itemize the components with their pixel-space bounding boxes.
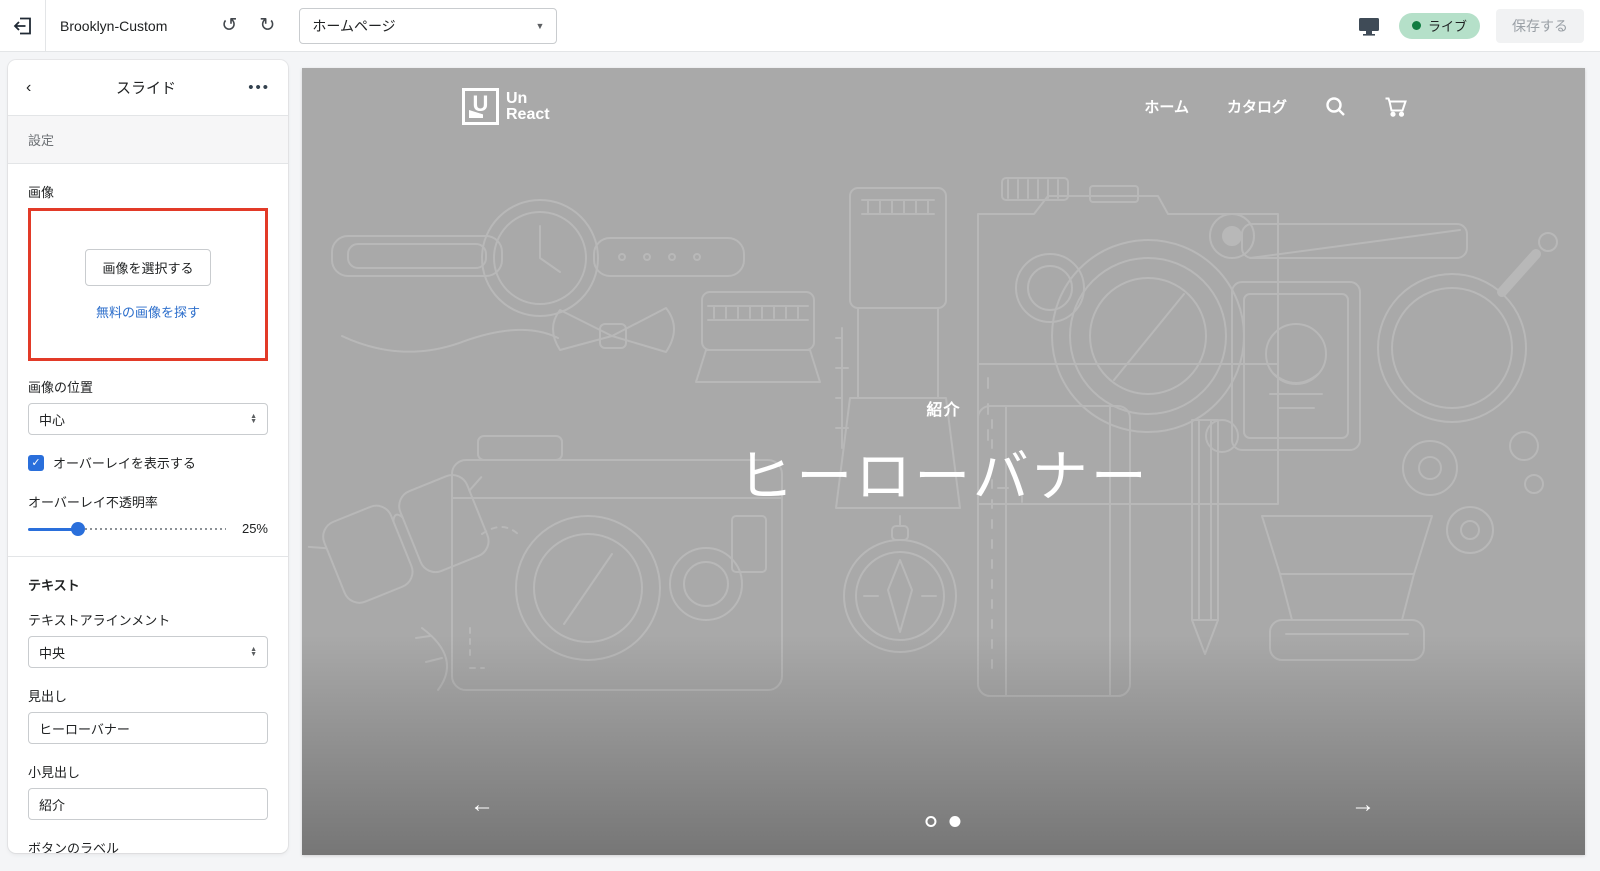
text-alignment-label: テキストアラインメント <box>28 613 171 628</box>
carousel-dot-1[interactable] <box>924 816 936 827</box>
theme-preview-frame: U Un React ホーム カタログ 紹介 ヒーローバナー ← → <box>302 68 1585 855</box>
logo-mark: U <box>462 88 499 125</box>
slider-handle[interactable] <box>70 521 85 536</box>
settings-sidebar: ‹ スライド ••• 設定 画像 画像を選択する 無料の画像を探す 画像の位置 … <box>8 60 288 853</box>
carousel-dot-2[interactable] <box>948 816 960 827</box>
image-field-label: 画像 <box>28 185 55 200</box>
overlay-opacity-label: オーバーレイ不透明率 <box>28 495 158 510</box>
live-badge-label: ライブ <box>1427 19 1467 34</box>
exit-icon <box>13 16 33 36</box>
monitor-icon <box>1358 16 1380 36</box>
desktop-preview-button[interactable] <box>1355 12 1383 40</box>
chevron-left-icon: ‹ <box>26 78 32 96</box>
slider-dotted-track <box>85 527 226 530</box>
exit-editor-button[interactable] <box>0 0 46 52</box>
ellipsis-icon: ••• <box>248 79 270 96</box>
image-position-label: 画像の位置 <box>28 380 94 395</box>
store-name: Brooklyn-Custom <box>60 17 168 34</box>
sidebar-back-button[interactable]: ‹ <box>26 79 46 97</box>
text-alignment-value: 中央 <box>39 645 66 661</box>
overlay-opacity-slider[interactable] <box>28 521 226 536</box>
subheading-field-label: 小見出し <box>28 765 81 780</box>
hero-subheading: 紹介 <box>926 402 961 419</box>
sidebar-title: スライド <box>115 80 176 97</box>
heading-field-label: 見出し <box>28 689 68 704</box>
section-header-settings: 設定 <box>8 116 288 164</box>
page-selector-value: ホームページ <box>312 17 396 34</box>
overlay-opacity-value: 25% <box>241 521 268 536</box>
select-updown-icon: ▲ ▼ <box>250 646 257 658</box>
hero-heading: ヒーローバナー <box>737 447 1150 509</box>
logo-text: Un React <box>506 89 550 123</box>
free-images-link[interactable]: 無料の画像を探す <box>96 302 200 321</box>
undo-icon: ↺ <box>221 15 238 36</box>
nav-link-catalog[interactable]: カタログ <box>1227 96 1287 117</box>
redo-button[interactable]: ↻ <box>253 12 281 40</box>
cart-icon[interactable] <box>1384 96 1407 117</box>
carousel-dots <box>924 816 960 827</box>
topbar: Brooklyn-Custom ↺ ↻ ホームページ ▼ ライブ 保存する <box>0 0 1600 52</box>
carousel-next-arrow[interactable]: → <box>1351 793 1375 817</box>
heading-input[interactable] <box>28 712 268 744</box>
select-image-button[interactable]: 画像を選択する <box>85 248 211 286</box>
carousel-prev-arrow[interactable]: ← <box>470 793 494 817</box>
overlay-checkbox[interactable]: ✓ <box>28 454 44 471</box>
redo-icon: ↻ <box>259 15 276 36</box>
select-updown-icon: ▲ ▼ <box>250 413 257 425</box>
image-position-select[interactable]: 中心 ▲ ▼ <box>28 403 268 435</box>
chevron-down-icon: ▼ <box>535 20 545 31</box>
overlay-checkbox-label: オーバーレイを表示する <box>53 456 196 471</box>
check-icon: ✓ <box>31 457 41 469</box>
page-selector-dropdown[interactable]: ホームページ ▼ <box>299 7 558 44</box>
image-picker-highlighted: 画像を選択する 無料の画像を探す <box>28 208 268 361</box>
store-logo[interactable]: U Un React <box>462 88 550 125</box>
subheading-input[interactable] <box>28 788 268 820</box>
live-dot-icon <box>1411 21 1421 30</box>
live-status-badge: ライブ <box>1398 12 1480 39</box>
button-label-field-label: ボタンのラベル <box>28 841 120 853</box>
undo-button[interactable]: ↺ <box>215 12 243 40</box>
text-alignment-select[interactable]: 中央 ▲ ▼ <box>28 636 268 668</box>
image-position-value: 中心 <box>39 412 66 428</box>
overlay-checkbox-row[interactable]: ✓ オーバーレイを表示する <box>28 453 268 472</box>
sidebar-more-menu-button[interactable]: ••• <box>246 79 270 96</box>
section-header-text: テキスト <box>28 578 80 593</box>
search-icon[interactable] <box>1325 96 1346 117</box>
section-divider <box>8 556 288 557</box>
save-button[interactable]: 保存する <box>1496 8 1584 43</box>
nav-link-home[interactable]: ホーム <box>1144 96 1189 117</box>
